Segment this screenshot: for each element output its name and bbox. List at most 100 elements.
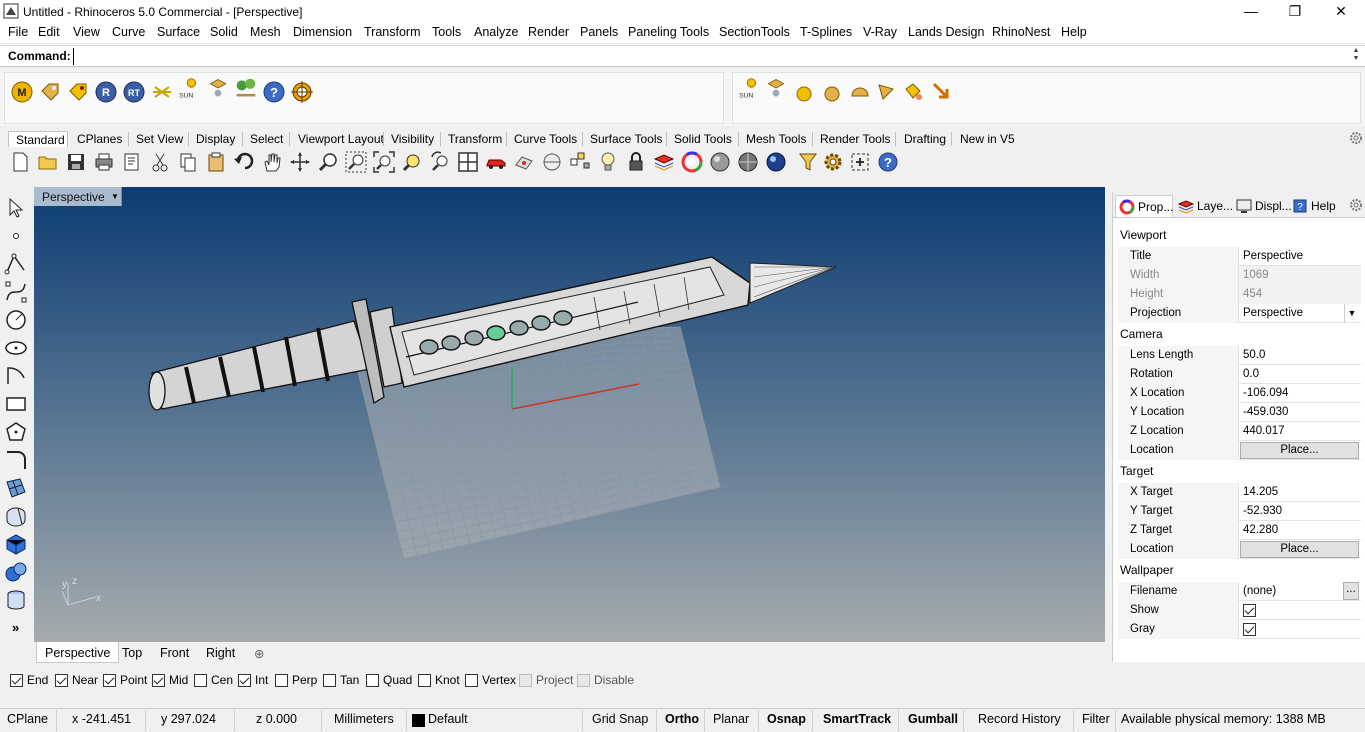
perspective-car-icon[interactable] (485, 151, 507, 173)
osnap-point[interactable]: Point (103, 673, 147, 688)
boolean-solids-icon[interactable] (4, 560, 28, 584)
menu-tools[interactable]: Tools (432, 25, 461, 39)
status-grid-snap[interactable]: Grid Snap (592, 712, 648, 726)
undo-icon[interactable] (233, 151, 255, 173)
shaded-sphere-icon[interactable] (709, 151, 731, 173)
osnap-near[interactable]: Near (55, 673, 98, 688)
render-sphere-icon[interactable] (765, 151, 787, 173)
projection-select[interactable]: Perspective ▼ (1239, 304, 1361, 323)
viewport-menu-dropdown[interactable]: ▼ (111, 189, 121, 204)
restore-button[interactable]: ❐ (1272, 0, 1318, 23)
menu-paneling-tools[interactable]: Paneling Tools (628, 25, 709, 39)
status-ortho[interactable]: Ortho (665, 712, 699, 726)
rectangle-icon[interactable] (4, 392, 28, 416)
panel-tab-display[interactable]: Displ... (1233, 195, 1292, 217)
menu-edit[interactable]: Edit (38, 25, 60, 39)
panel-settings-gear-icon[interactable] (1349, 198, 1363, 212)
osnap-vertex[interactable]: Vertex (465, 673, 516, 688)
menu-curve[interactable]: Curve (112, 25, 145, 39)
menu-surface[interactable]: Surface (157, 25, 200, 39)
osnap-cen-checkbox[interactable] (194, 674, 207, 688)
r-plugin-icon[interactable]: R (95, 81, 117, 103)
tag-gold-icon[interactable] (67, 81, 89, 103)
zoom-dynamic-icon[interactable] (317, 151, 339, 173)
copy-icon[interactable] (177, 151, 199, 173)
menu-lands-design[interactable]: Lands Design (908, 25, 984, 39)
dome-light-icon[interactable] (849, 81, 871, 103)
zoom-extents-icon[interactable] (373, 151, 395, 173)
four-viewports-icon[interactable] (457, 151, 479, 173)
viewport-title[interactable]: Perspective (34, 187, 122, 206)
sphere-light-icon[interactable] (821, 81, 843, 103)
x-target-field[interactable]: 14.205 (1239, 483, 1361, 502)
command-history-scroll[interactable]: ▲ ▼ (1350, 47, 1362, 65)
save-icon[interactable] (65, 151, 87, 173)
trees-icon[interactable] (235, 77, 257, 99)
osnap-mid-checkbox[interactable] (152, 674, 165, 688)
menu-v-ray[interactable]: V-Ray (863, 25, 897, 39)
tab-mesh-tools[interactable]: Mesh Tools (746, 131, 806, 147)
rotation-field[interactable]: 0.0 (1239, 365, 1361, 384)
menu-panels[interactable]: Panels (580, 25, 618, 39)
filename-field[interactable]: (none)... (1239, 582, 1361, 601)
zoom-selected-icon[interactable] (401, 151, 423, 173)
extrude-surface-icon[interactable] (4, 504, 28, 528)
x-location-field[interactable]: -106.094 (1239, 384, 1361, 403)
osnap-perp-checkbox[interactable] (275, 674, 288, 688)
osnap-end[interactable]: End (10, 673, 48, 688)
osnap-quad-checkbox[interactable] (366, 674, 379, 688)
status-osnap[interactable]: Osnap (767, 712, 806, 726)
tab-standard[interactable]: Standard (8, 131, 68, 147)
tab-set-view[interactable]: Set View (136, 131, 183, 147)
osnap-cen[interactable]: Cen (194, 673, 233, 688)
paste-icon[interactable] (205, 151, 227, 173)
properties-page-icon[interactable] (121, 151, 143, 173)
more-tools-button[interactable]: » (12, 620, 19, 635)
z-location-field[interactable]: 440.017 (1239, 422, 1361, 441)
command-input[interactable] (73, 48, 1347, 65)
rendered-sphere-icon[interactable] (737, 151, 759, 173)
viewport-tab-perspective[interactable]: Perspective (36, 642, 120, 663)
status-planar[interactable]: Planar (713, 712, 749, 726)
tab-transform[interactable]: Transform (448, 131, 502, 147)
status-gumball[interactable]: Gumball (908, 712, 958, 726)
solid-box-icon[interactable] (4, 532, 28, 556)
gray-checkbox[interactable] (1243, 623, 1256, 636)
rt-plugin-icon[interactable]: RT (123, 81, 145, 103)
osnap-project[interactable]: Project (519, 673, 573, 688)
light-bulb-icon[interactable] (597, 151, 619, 173)
print-icon[interactable] (93, 151, 115, 173)
tab-viewport-layout[interactable]: Viewport Layout (298, 131, 384, 147)
viewport-tab-right[interactable]: Right (198, 642, 243, 663)
menu-t-splines[interactable]: T-Splines (800, 25, 852, 39)
perspective-viewport[interactable]: x y z Perspective ▼ (34, 187, 1105, 642)
cylinder-icon[interactable] (4, 588, 28, 612)
panel-tab-properties[interactable]: Prop... (1115, 195, 1173, 217)
light-rays-icon[interactable] (151, 81, 173, 103)
toolbar-settings-gear-icon[interactable] (1349, 131, 1363, 145)
arc-icon[interactable] (4, 364, 28, 388)
point-light-icon[interactable] (793, 81, 815, 103)
fillet-curve-icon[interactable] (4, 448, 28, 472)
named-cplanes-icon[interactable] (541, 151, 563, 173)
osnap-disable-checkbox[interactable] (577, 674, 590, 688)
tab-select[interactable]: Select (250, 131, 283, 147)
z-target-field[interactable]: 42.280 (1239, 521, 1361, 540)
osnap-tan[interactable]: Tan (323, 673, 359, 688)
layer-edit-icon[interactable] (653, 151, 675, 173)
osnap-project-checkbox[interactable] (519, 674, 532, 688)
tag-icon[interactable] (39, 81, 61, 103)
tab-curve-tools[interactable]: Curve Tools (514, 131, 577, 147)
target-icon[interactable] (291, 81, 313, 103)
viewport-tab-front[interactable]: Front (152, 642, 197, 663)
browse-button[interactable]: ... (1343, 582, 1359, 600)
sun-icon[interactable]: SUN (177, 77, 199, 99)
tab-render-tools[interactable]: Render Tools (820, 131, 891, 147)
osnap-end-checkbox[interactable] (10, 674, 23, 688)
m-plugin-icon[interactable]: M (11, 81, 33, 103)
light-icon[interactable] (207, 77, 229, 99)
zoom-window-icon[interactable] (345, 151, 367, 173)
sun-light-icon[interactable]: SUN (737, 77, 759, 99)
lens-length-field[interactable]: 50.0 (1239, 346, 1361, 365)
panel-tab-layers[interactable]: Laye... (1175, 195, 1233, 217)
